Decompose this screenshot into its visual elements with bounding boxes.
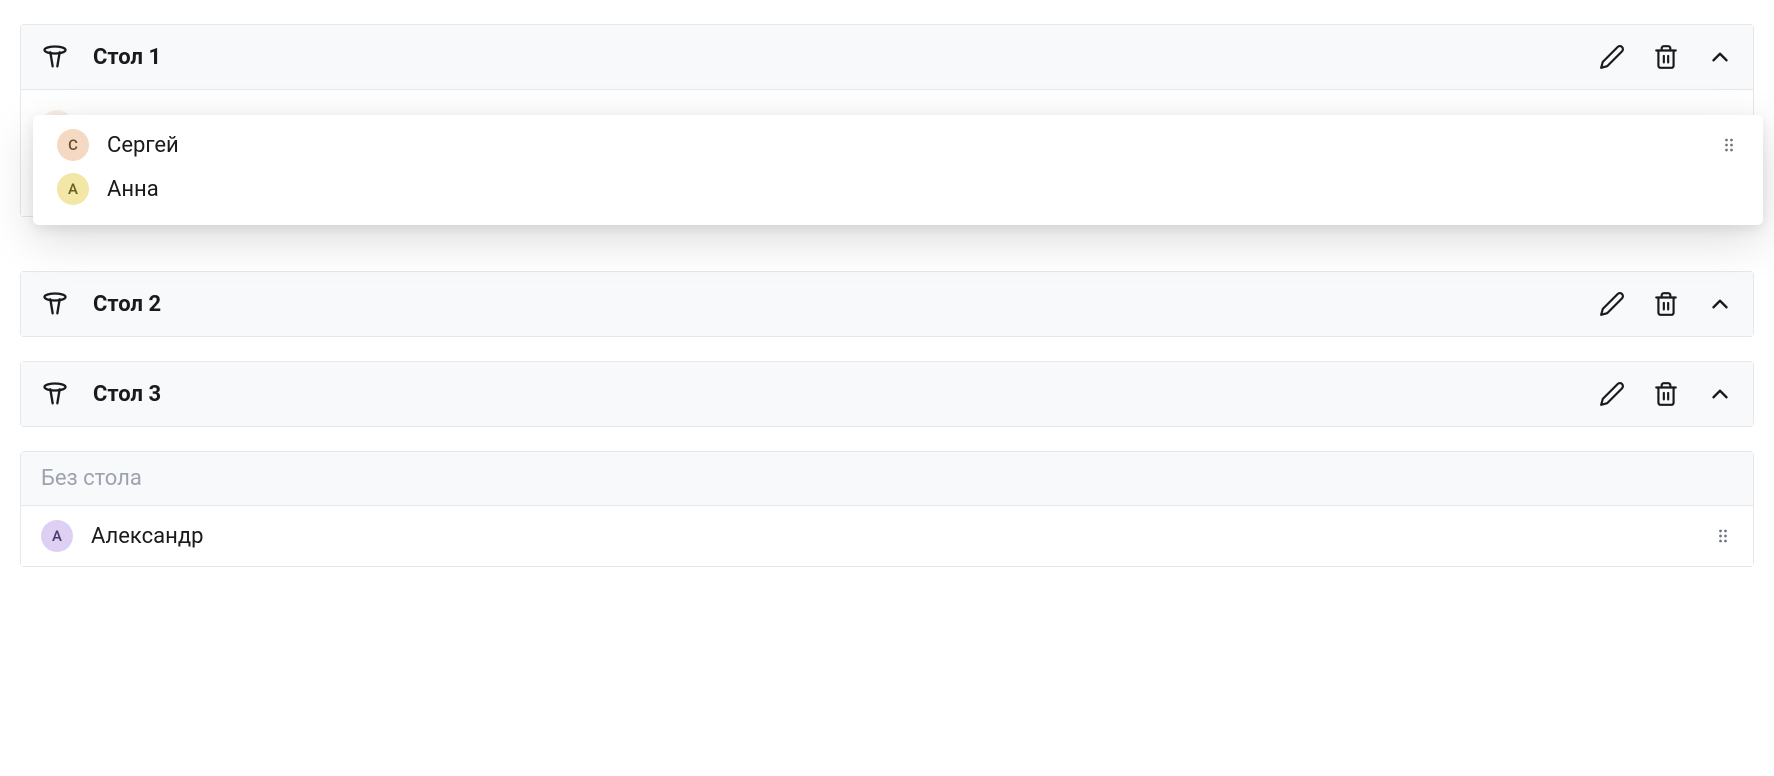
edit-button[interactable] bbox=[1599, 381, 1625, 407]
table-header-actions bbox=[1599, 291, 1733, 317]
collapse-button[interactable] bbox=[1707, 291, 1733, 317]
guest-name: Анна bbox=[107, 177, 159, 202]
unassigned-header: Без стола bbox=[21, 452, 1753, 506]
table-title: Стол 1 bbox=[93, 45, 161, 70]
guest-row[interactable]: С Сергей bbox=[57, 123, 1739, 167]
guest-row[interactable]: А Александр bbox=[21, 506, 1753, 566]
unassigned-title: Без стола bbox=[41, 466, 142, 491]
edit-button[interactable] bbox=[1599, 44, 1625, 70]
collapse-button[interactable] bbox=[1707, 44, 1733, 70]
table-header[interactable]: Стол 3 bbox=[21, 362, 1753, 426]
table-header[interactable]: Стол 2 bbox=[21, 272, 1753, 336]
table-group: Стол 3 bbox=[20, 361, 1754, 427]
table-icon bbox=[41, 43, 69, 71]
table-header-actions bbox=[1599, 44, 1733, 70]
drag-handle-icon[interactable] bbox=[1719, 135, 1739, 155]
table-group: Стол 2 bbox=[20, 271, 1754, 337]
avatar: А bbox=[41, 520, 73, 552]
table-title: Стол 2 bbox=[93, 292, 161, 317]
delete-button[interactable] bbox=[1653, 381, 1679, 407]
guest-name: Сергей bbox=[107, 133, 179, 158]
guest-name: Александр bbox=[91, 524, 203, 549]
drag-overlay[interactable]: С Сергей А Анна bbox=[33, 115, 1763, 225]
edit-button[interactable] bbox=[1599, 291, 1625, 317]
table-header-actions bbox=[1599, 381, 1733, 407]
guest-row[interactable]: А Анна bbox=[57, 167, 1739, 211]
avatar: С bbox=[57, 129, 89, 161]
delete-button[interactable] bbox=[1653, 291, 1679, 317]
table-header-left: Стол 3 bbox=[41, 380, 161, 408]
table-header-left: Стол 1 bbox=[41, 43, 161, 71]
table-title: Стол 3 bbox=[93, 382, 161, 407]
table-header[interactable]: Стол 1 bbox=[21, 25, 1753, 90]
avatar: А bbox=[57, 173, 89, 205]
table-icon bbox=[41, 380, 69, 408]
table-group: Стол 1 С Сергей bbox=[20, 24, 1754, 217]
table-icon bbox=[41, 290, 69, 318]
table-header-left: Стол 2 bbox=[41, 290, 161, 318]
drag-handle-icon[interactable] bbox=[1713, 526, 1733, 546]
delete-button[interactable] bbox=[1653, 44, 1679, 70]
collapse-button[interactable] bbox=[1707, 381, 1733, 407]
unassigned-group: Без стола А Александр bbox=[20, 451, 1754, 567]
